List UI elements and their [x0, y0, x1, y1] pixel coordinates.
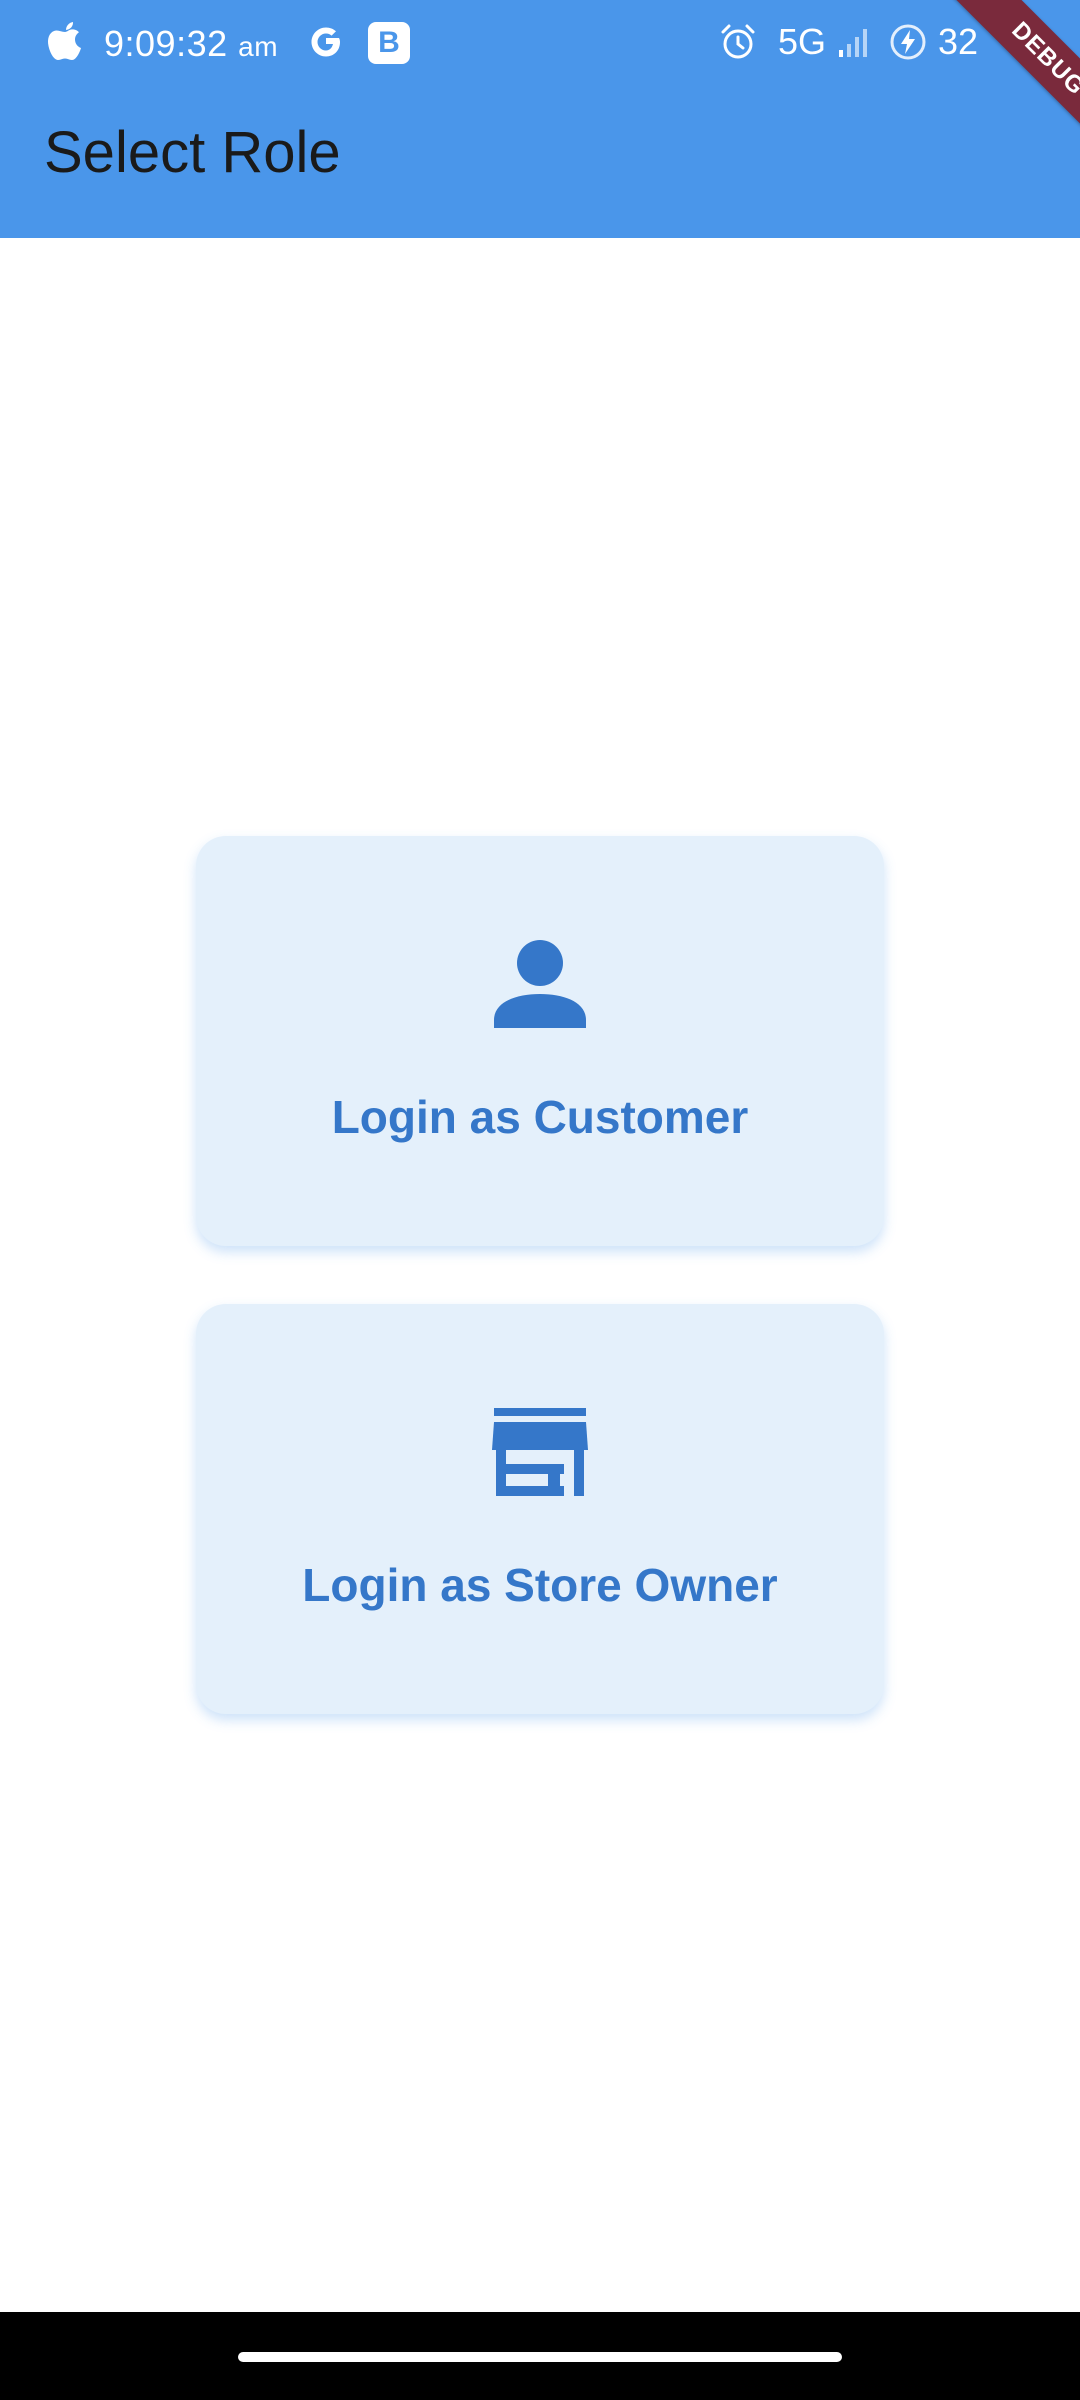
alarm-icon	[718, 22, 758, 62]
login-customer-label: Login as Customer	[331, 1091, 749, 1143]
person-icon	[492, 936, 588, 1032]
page-title: Select Role	[44, 120, 341, 185]
storefront-icon	[492, 1404, 588, 1500]
login-store-owner-card[interactable]: Login as Store Owner	[196, 1304, 884, 1714]
status-time-suffix: am	[238, 31, 279, 62]
login-customer-card[interactable]: Login as Customer	[196, 836, 884, 1246]
apple-icon	[46, 20, 84, 64]
app-header: 9:09:32 am B 5G 32 Select Role DEBUG	[0, 0, 1080, 238]
battery-level: 32	[938, 21, 979, 62]
battery-charging-icon	[888, 22, 928, 62]
home-indicator[interactable]	[238, 2352, 842, 2362]
network-type: 5G	[778, 21, 827, 62]
role-list: Login as Customer Login as Store Owner	[196, 836, 884, 1772]
b-notification-label: B	[378, 26, 400, 59]
signal-icon	[838, 26, 872, 58]
google-icon	[306, 22, 346, 62]
system-nav-bar	[0, 2312, 1080, 2400]
status-time: 9:09:32 am	[104, 26, 278, 62]
b-notification-icon: B	[368, 22, 410, 64]
login-store-owner-label: Login as Store Owner	[302, 1559, 778, 1611]
status-bar: 9:09:32 am B 5G 32	[0, 0, 1080, 84]
status-time-value: 9:09:32	[104, 23, 228, 64]
